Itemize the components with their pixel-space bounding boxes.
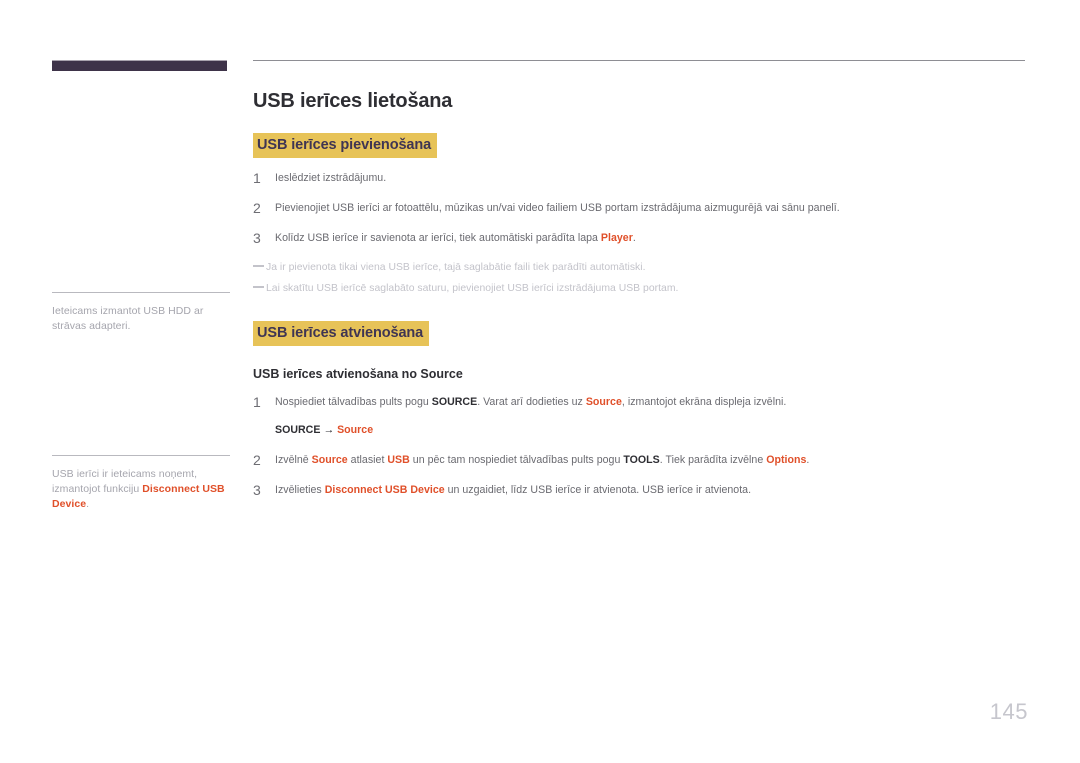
- step-item: 1 Nospiediet tālvadības pults pogu SOURCE…: [253, 395, 1025, 438]
- step-item: 3 Kolīdz USB ierīce ir savienota ar ierīc…: [253, 231, 1025, 246]
- step-number: 2: [253, 200, 261, 216]
- step-list-disconnecting: 1 Nospiediet tālvadības pults pogu SOURCE…: [253, 395, 1025, 498]
- accent-term: Source: [585, 396, 622, 408]
- step-paragraph: Pievienojiet USB ierīci ar fotoattēlu, m…: [275, 202, 840, 214]
- accent-term: Disconnect USB Device: [52, 483, 225, 510]
- accent-term: Disconnect USB Device: [324, 484, 445, 496]
- note-item: Lai skatītu USB ierīcē saglabāto saturu,…: [253, 281, 1025, 296]
- step-text: Izvēlieties Disconnect USB Device un uzg…: [275, 483, 1025, 498]
- main-content: USB ierīces lietošana USB ierīces pievie…: [253, 60, 1025, 498]
- sub-heading-disconnect-from-source: USB ierīces atvienošana no Source: [253, 367, 463, 381]
- step-number: 3: [253, 482, 261, 498]
- menu-path-source: SOURCE: [275, 424, 321, 436]
- section-disconnecting: USB ierīces atvienošana USB ierīces atvi…: [253, 302, 1025, 498]
- brand-bar: [52, 60, 227, 71]
- step-text: Ieslēdziet izstrādājumu.: [275, 171, 1025, 186]
- step-paragraph: Nospiediet tālvadības pults pogu SOURCE.…: [275, 396, 787, 408]
- accent-term: USB: [387, 454, 410, 466]
- sidebar-note-usb-hdd: Ieteicams izmantot USB HDD ar strāvas ad…: [52, 292, 232, 334]
- section-connecting: USB ierīces pievienošana 1 Ieslēdziet izs…: [253, 114, 1025, 296]
- accent-term: Player: [600, 232, 633, 244]
- step-text: Nospiediet tālvadības pults pogu SOURCE.…: [275, 395, 1025, 438]
- sidebar: [52, 60, 230, 71]
- step-number: 1: [253, 170, 261, 186]
- step-item: 3 Izvēlieties Disconnect USB Device un uz…: [253, 483, 1025, 498]
- step-number: 3: [253, 230, 261, 246]
- bold-term: SOURCE: [431, 396, 478, 408]
- page-title: USB ierīces lietošana: [253, 90, 453, 112]
- step-text: Kolīdz USB ierīce ir savienota ar ierīci…: [275, 231, 1025, 246]
- sidebar-note-text: Ieteicams izmantot USB HDD ar strāvas ad…: [52, 305, 204, 332]
- accent-term: Options: [766, 454, 807, 466]
- note-list-connecting: Ja ir pievienota tikai viena USB ierīce,…: [253, 260, 1025, 296]
- note-item: Ja ir pievienota tikai viena USB ierīce,…: [253, 260, 1025, 275]
- step-item: 1 Ieslēdziet izstrādājumu.: [253, 171, 1025, 186]
- section-heading-connecting: USB ierīces pievienošana: [253, 133, 438, 158]
- sidebar-note-disconnect-usb: USB ierīci ir ieteicams noņemt, izmantoj…: [52, 455, 232, 512]
- step-paragraph: Izvēlnē Source atlasiet USB un pēc tam n…: [275, 454, 810, 466]
- step-item: 2 Pievienojiet USB ierīci ar fotoattēlu, …: [253, 201, 1025, 216]
- step-number: 1: [253, 394, 261, 410]
- note-text: Lai skatītu USB ierīcē saglabāto saturu,…: [266, 283, 679, 294]
- document-page: Ieteicams izmantot USB HDD ar strāvas ad…: [0, 0, 1080, 763]
- page-number: 145: [989, 699, 1028, 724]
- sidebar-note-divider: [52, 292, 230, 293]
- arrow-right-icon: →: [323, 424, 335, 436]
- step-paragraph: Ieslēdziet izstrādājumu.: [275, 172, 387, 184]
- accent-term: Source: [311, 454, 348, 466]
- bold-term: TOOLS: [623, 454, 660, 466]
- section-heading-disconnecting: USB ierīces atvienošana: [253, 321, 430, 346]
- note-text: Ja ir pievienota tikai viena USB ierīce,…: [266, 262, 646, 273]
- menu-path-target: Source: [337, 424, 374, 436]
- step-paragraph: Izvēlieties Disconnect USB Device un uzg…: [275, 484, 752, 496]
- step-paragraph: Kolīdz USB ierīce ir savienota ar ierīci…: [275, 232, 636, 244]
- menu-path: SOURCE → Source: [275, 423, 1025, 438]
- note-dash-icon: [253, 265, 264, 267]
- step-list-connecting: 1 Ieslēdziet izstrādājumu. 2 Pievienojiet U…: [253, 171, 1025, 246]
- step-text: Izvēlnē Source atlasiet USB un pēc tam n…: [275, 453, 1025, 468]
- sidebar-note-text: USB ierīci ir ieteicams noņemt, izmantoj…: [52, 468, 225, 510]
- step-number: 2: [253, 452, 261, 468]
- step-text: Pievienojiet USB ierīci ar fotoattēlu, m…: [275, 201, 1025, 216]
- header-divider: [253, 60, 1025, 61]
- step-item: 2 Izvēlnē Source atlasiet USB un pēc tam …: [253, 453, 1025, 468]
- sidebar-note-divider: [52, 455, 230, 456]
- note-dash-icon: [253, 286, 264, 288]
